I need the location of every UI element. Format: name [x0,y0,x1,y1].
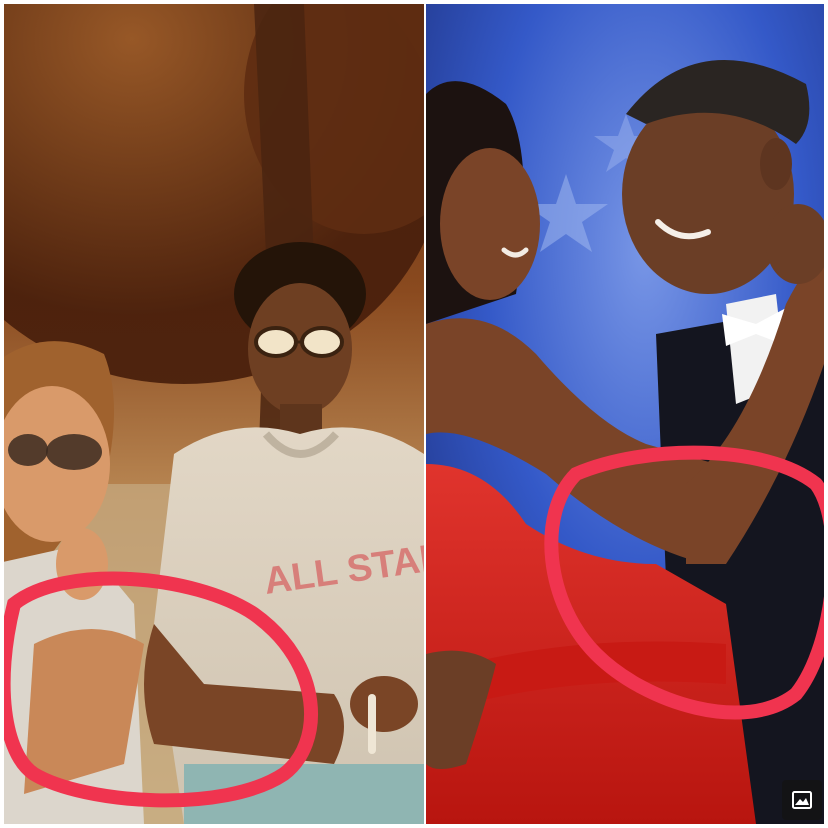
image-gallery-icon [792,791,812,809]
image-gallery-button[interactable] [782,780,822,820]
dance-photo [426,4,824,824]
dance-photo-panel [426,4,824,824]
photo-collage: ALL STAR [0,0,828,828]
vintage-photo-panel: ALL STAR [4,4,424,824]
vintage-photo: ALL STAR [4,4,424,824]
